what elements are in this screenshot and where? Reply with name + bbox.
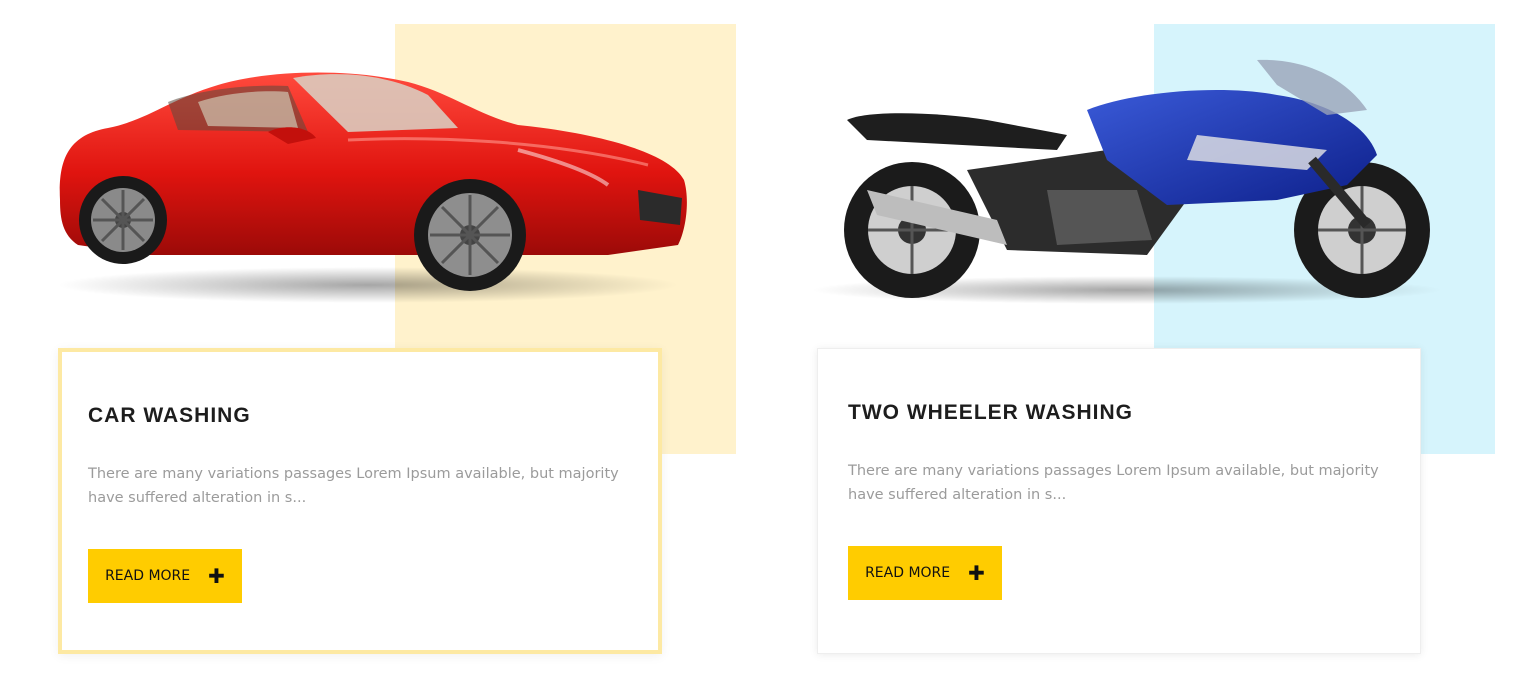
card-description: There are many variations passages Lorem… [88, 466, 619, 506]
card-title: TWO WHEELER WASHING [848, 401, 1133, 424]
plus-icon: ✚ [208, 564, 225, 588]
plus-icon: ✚ [968, 561, 985, 585]
read-more-button[interactable]: READ MORE ✚ [88, 549, 242, 603]
read-more-label: READ MORE [105, 568, 191, 584]
two-wheeler-washing-card: TWO WHEELER WASHING There are many varia… [817, 348, 1421, 654]
service-car-washing: CAR WASHING There are many variations pa… [0, 0, 736, 687]
services-section: CAR WASHING There are many variations pa… [0, 0, 1513, 687]
card-title: CAR WASHING [88, 404, 251, 427]
read-more-label: READ MORE [865, 565, 951, 581]
read-more-button[interactable]: READ MORE ✚ [848, 546, 1002, 600]
red-sports-car-image [48, 40, 688, 305]
blue-motorcycle-image [807, 40, 1447, 305]
card-description: There are many variations passages Lorem… [848, 463, 1379, 503]
car-washing-card: CAR WASHING There are many variations pa… [58, 348, 662, 654]
service-two-wheeler-washing: TWO WHEELER WASHING There are many varia… [759, 0, 1495, 687]
